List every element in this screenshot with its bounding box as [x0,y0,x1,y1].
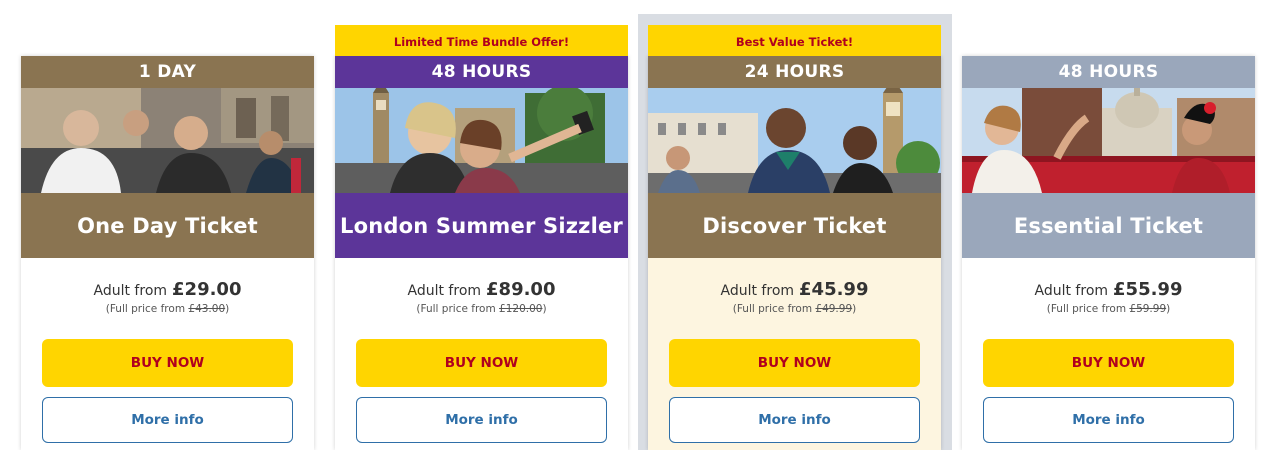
adult-price: Adult from £89.00 [335,279,628,303]
tourists-on-bus-photo [21,88,314,193]
women-westminster-photo [648,88,941,193]
ticket-name: One Day Ticket [21,193,314,258]
buy-now-button[interactable]: BUY NOW [983,339,1234,387]
ticket-name: Essential Ticket [962,193,1255,258]
st-pauls-bus-photo [962,88,1255,193]
ticket-card-summer-sizzler: Limited Time Bundle Offer! 48 HOURS Lond… [335,25,628,450]
full-price-suffix: ) [225,303,230,315]
full-price-amount: £59.99 [1129,303,1167,315]
full-price-note: (Full price from £49.99) [648,303,941,315]
adult-price-amount: £45.99 [799,279,869,300]
adult-price: Adult from £29.00 [21,279,314,303]
full-price-amount: £120.00 [499,303,543,315]
promo-banner: Limited Time Bundle Offer! [335,25,628,56]
full-price-suffix: ) [852,303,857,315]
full-price-note: (Full price from £43.00) [21,303,314,315]
promo-banner: Best Value Ticket! [648,25,941,56]
duration-label: 1 DAY [21,56,314,88]
full-price-prefix: (Full price from [105,303,189,315]
adult-price-amount: £29.00 [172,279,242,300]
full-price-amount: £43.00 [188,303,226,315]
adult-price-prefix: Adult from [93,283,168,299]
duration-label: 24 HOURS [648,56,941,88]
adult-price-amount: £89.00 [486,279,556,300]
buy-now-button[interactable]: BUY NOW [356,339,607,387]
ticket-name: London Summer Sizzler [335,193,628,258]
duration-label: 48 HOURS [335,56,628,88]
full-price-suffix: ) [542,303,547,315]
full-price-prefix: (Full price from [732,303,816,315]
adult-price-prefix: Adult from [720,283,795,299]
full-price-suffix: ) [1166,303,1171,315]
more-info-button[interactable]: More info [983,397,1234,443]
duration-label: 48 HOURS [962,56,1255,88]
full-price-prefix: (Full price from [1046,303,1130,315]
full-price-amount: £49.99 [815,303,853,315]
adult-price-amount: £55.99 [1113,279,1183,300]
more-info-button[interactable]: More info [356,397,607,443]
ticket-card-essential: 48 HOURS Essential Ticket Adult from £55… [962,56,1255,450]
full-price-note: (Full price from £59.99) [962,303,1255,315]
adult-price-prefix: Adult from [407,283,482,299]
buy-now-button[interactable]: BUY NOW [42,339,293,387]
ticket-card-discover: Best Value Ticket! 24 HOURS Discover Tic… [648,25,941,450]
ticket-name: Discover Ticket [648,193,941,258]
full-price-prefix: (Full price from [416,303,500,315]
adult-price-prefix: Adult from [1034,283,1109,299]
adult-price: Adult from £55.99 [962,279,1255,303]
more-info-button[interactable]: More info [42,397,293,443]
ticket-card-one-day: 1 DAY One Day Ticket Adult from £29.00 (… [21,56,314,450]
selfie-big-ben-photo [335,88,628,193]
buy-now-button[interactable]: BUY NOW [669,339,920,387]
more-info-button[interactable]: More info [669,397,920,443]
full-price-note: (Full price from £120.00) [335,303,628,315]
adult-price: Adult from £45.99 [648,279,941,303]
